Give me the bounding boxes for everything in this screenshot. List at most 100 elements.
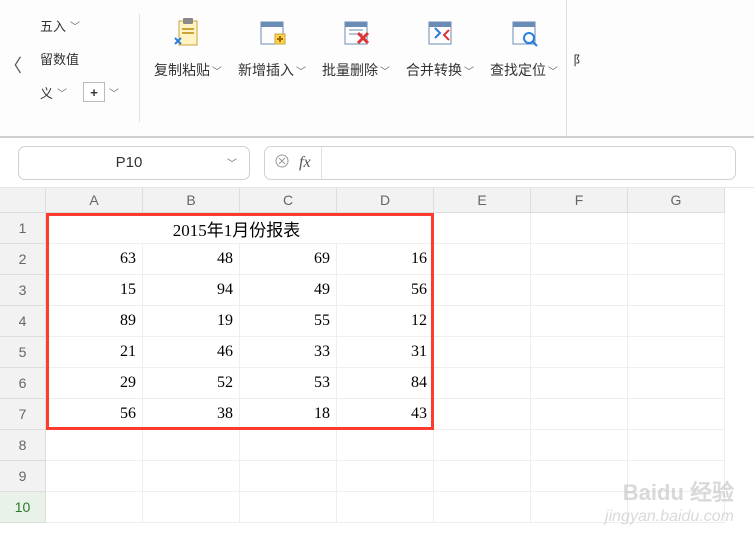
cell[interactable]: 46 [143, 337, 240, 368]
cell[interactable]: 29 [46, 368, 143, 399]
formula-input[interactable] [321, 147, 725, 179]
cell[interactable] [434, 213, 531, 244]
cell[interactable] [531, 399, 628, 430]
cell[interactable] [434, 399, 531, 430]
find-locate-group[interactable]: 查找定位﹀ [482, 0, 566, 136]
cell[interactable]: 31 [337, 337, 434, 368]
cell[interactable]: 21 [46, 337, 143, 368]
col-header[interactable]: E [434, 188, 531, 213]
cell[interactable] [240, 492, 337, 523]
define-label: 义 [40, 83, 53, 102]
insert-icon [255, 16, 289, 50]
cell[interactable]: 69 [240, 244, 337, 275]
define-dropdown[interactable]: 义 ﹀ + ﹀ [34, 78, 125, 106]
cell[interactable]: 56 [46, 399, 143, 430]
row-header[interactable]: 2 [0, 244, 46, 275]
row-header[interactable]: 4 [0, 306, 46, 337]
back-icon[interactable]: 〈 [4, 52, 22, 78]
row-header[interactable]: 6 [0, 368, 46, 399]
cell[interactable] [434, 337, 531, 368]
cell[interactable] [628, 399, 725, 430]
cell[interactable] [434, 244, 531, 275]
cell[interactable]: 12 [337, 306, 434, 337]
row-header[interactable]: 7 [0, 399, 46, 430]
cell[interactable] [531, 337, 628, 368]
select-all-corner[interactable] [0, 188, 46, 213]
cell[interactable] [628, 337, 725, 368]
cell[interactable] [628, 244, 725, 275]
cell[interactable] [434, 368, 531, 399]
col-header[interactable]: B [143, 188, 240, 213]
col-header[interactable]: D [337, 188, 434, 213]
cell[interactable]: 56 [337, 275, 434, 306]
row-header[interactable]: 3 [0, 275, 46, 306]
cell[interactable] [531, 275, 628, 306]
cell[interactable] [337, 492, 434, 523]
cell[interactable]: 94 [143, 275, 240, 306]
add-button[interactable]: + [83, 82, 105, 102]
cell[interactable] [628, 306, 725, 337]
cell[interactable]: 33 [240, 337, 337, 368]
cell[interactable]: 84 [337, 368, 434, 399]
cell[interactable] [337, 430, 434, 461]
cell[interactable]: 48 [143, 244, 240, 275]
cell[interactable]: 49 [240, 275, 337, 306]
cell[interactable] [531, 306, 628, 337]
cell[interactable]: 19 [143, 306, 240, 337]
cell[interactable] [46, 492, 143, 523]
cell[interactable] [628, 213, 725, 244]
cell[interactable] [531, 368, 628, 399]
cell[interactable] [434, 306, 531, 337]
keep-value-dropdown[interactable]: 留数值 [34, 45, 125, 72]
row-header[interactable]: 8 [0, 430, 46, 461]
cell[interactable] [434, 430, 531, 461]
insert-group[interactable]: 新增插入﹀ [230, 0, 314, 136]
cell[interactable]: 52 [143, 368, 240, 399]
col-header[interactable]: G [628, 188, 725, 213]
merge-convert-group[interactable]: 合并转换﹀ [398, 0, 482, 136]
round-dropdown[interactable]: 五入 ﹀ [34, 12, 125, 39]
cell[interactable]: 53 [240, 368, 337, 399]
title-cell[interactable]: 2015年1月份报表 [46, 213, 434, 244]
col-header[interactable]: C [240, 188, 337, 213]
copy-paste-group[interactable]: 复制粘贴﹀ [146, 0, 230, 136]
row-header-active[interactable]: 10 [0, 492, 46, 523]
cell[interactable] [628, 430, 725, 461]
cell[interactable]: 63 [46, 244, 143, 275]
fx-label[interactable]: fx [299, 154, 311, 172]
divider [139, 14, 140, 122]
name-box[interactable]: P10 ﹀ [18, 146, 250, 180]
cell[interactable] [531, 244, 628, 275]
row-3: 315944956 [0, 275, 754, 306]
cell[interactable]: 16 [337, 244, 434, 275]
cell[interactable]: 55 [240, 306, 337, 337]
cell[interactable] [434, 275, 531, 306]
cell[interactable]: 38 [143, 399, 240, 430]
cell[interactable] [434, 492, 531, 523]
cell[interactable] [46, 461, 143, 492]
cell[interactable]: 43 [337, 399, 434, 430]
col-header[interactable]: A [46, 188, 143, 213]
cell[interactable] [240, 430, 337, 461]
cell[interactable] [531, 430, 628, 461]
cell[interactable] [46, 430, 143, 461]
cell[interactable]: 15 [46, 275, 143, 306]
col-header[interactable]: F [531, 188, 628, 213]
cell[interactable] [337, 461, 434, 492]
cell[interactable] [434, 461, 531, 492]
cell[interactable] [143, 430, 240, 461]
cell[interactable]: 89 [46, 306, 143, 337]
row-header[interactable]: 5 [0, 337, 46, 368]
row-header[interactable]: 9 [0, 461, 46, 492]
cancel-icon[interactable] [275, 154, 289, 171]
cell[interactable] [143, 492, 240, 523]
toolbar-right-edge[interactable]: 阝 [566, 0, 590, 136]
batch-delete-group[interactable]: 批量删除﹀ [314, 0, 398, 136]
cell[interactable]: 18 [240, 399, 337, 430]
cell[interactable] [531, 213, 628, 244]
cell[interactable] [240, 461, 337, 492]
cell[interactable] [628, 368, 725, 399]
row-header[interactable]: 1 [0, 213, 46, 244]
cell[interactable] [628, 275, 725, 306]
cell[interactable] [143, 461, 240, 492]
